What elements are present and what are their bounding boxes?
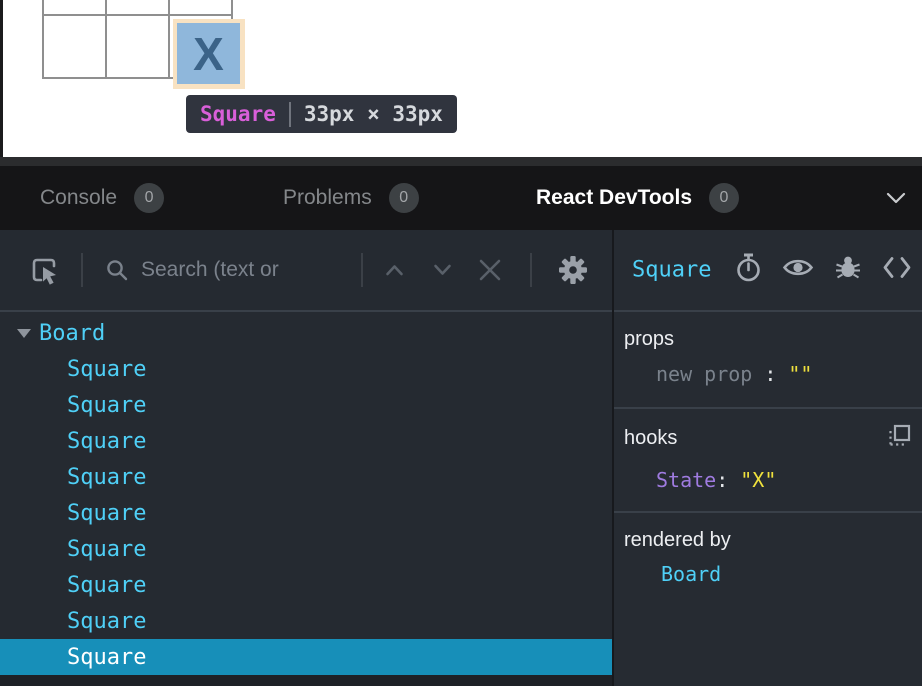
tree-item-square[interactable]: Square (0, 387, 612, 423)
tab-badge-count: 0 (709, 183, 739, 213)
component-tree: Board Square Square Square Square Square Squa… (0, 312, 612, 675)
next-result-icon[interactable] (433, 264, 452, 277)
selected-component-name: Square (632, 258, 711, 283)
props-section: props new prop : "" (614, 312, 922, 409)
tree-item-label: Square (67, 645, 146, 670)
tree-item-label: Square (67, 357, 146, 382)
component-inspector-panel: Square (614, 230, 922, 686)
expander-triangle-icon[interactable] (17, 329, 31, 338)
rendered-by-section: rendered by Board (614, 513, 922, 602)
settings-gear-icon[interactable] (558, 255, 588, 285)
tab-problems[interactable]: Problems 0 (283, 166, 419, 230)
board-cell[interactable] (106, 15, 169, 78)
tree-item-square[interactable]: Square (0, 639, 612, 675)
hook-state-row: State : "X" (614, 467, 922, 493)
tree-footer (0, 675, 612, 686)
toolbar-divider (361, 253, 363, 287)
components-tree-panel: Board Square Square Square Square Square Squa… (0, 230, 612, 686)
tree-item-label: Square (67, 465, 146, 490)
tooltip-dimensions: 33px × 33px (304, 102, 443, 126)
suspense-stopwatch-icon[interactable] (735, 253, 762, 288)
new-prop-value-input[interactable]: "" (788, 361, 812, 387)
tab-label: React DevTools (536, 186, 692, 210)
new-prop-key-input[interactable]: new prop (656, 361, 752, 387)
tree-item-square[interactable]: Square (0, 567, 612, 603)
hook-name: State (656, 467, 716, 493)
key-value-separator: : (764, 361, 776, 387)
react-devtools-panel: Board Square Square Square Square Square Squa… (0, 230, 922, 686)
key-value-separator: : (716, 467, 728, 493)
devtools-drawer-tabbar: Console 0 Problems 0 React DevTools 0 (0, 166, 922, 230)
tab-badge-count: 0 (389, 183, 419, 213)
tree-item-square[interactable]: Square (0, 351, 612, 387)
tree-toolbar (0, 230, 612, 312)
view-source-code-icon[interactable] (882, 256, 912, 285)
inspect-element-icon[interactable] (28, 254, 60, 286)
hooks-section: hooks State : "X" (614, 409, 922, 513)
tooltip-divider (289, 102, 291, 127)
tree-item-label: Board (39, 321, 105, 346)
props-section-title: props (614, 326, 922, 352)
inspect-tooltip: Square 33px × 33px (186, 95, 457, 133)
panel-separator (0, 157, 922, 166)
browser-page: X Square 33px × 33px (0, 0, 922, 157)
hooks-section-title: hooks (614, 425, 677, 451)
previous-result-icon[interactable] (385, 264, 404, 277)
toolbar-divider (530, 253, 532, 287)
board-cell-value: X (193, 27, 224, 81)
rendered-by-title: rendered by (614, 527, 922, 553)
board-cell[interactable] (43, 15, 106, 78)
inspect-dom-eye-icon[interactable] (782, 257, 814, 284)
tree-item-label: Square (67, 573, 146, 598)
rendered-by-board-link[interactable]: Board (614, 562, 922, 586)
chevron-down-icon[interactable] (886, 192, 906, 204)
tree-item-square[interactable]: Square (0, 603, 612, 639)
tree-item-square[interactable]: Square (0, 531, 612, 567)
inspector-header: Square (614, 230, 922, 312)
tree-item-square[interactable]: Square (0, 423, 612, 459)
board-cell[interactable] (43, 0, 106, 15)
tab-console[interactable]: Console 0 (40, 166, 164, 230)
tree-item-label: Square (67, 501, 146, 526)
board-cell[interactable] (106, 0, 169, 15)
toolbar-divider (81, 253, 83, 287)
prop-row: new prop : "" (614, 361, 922, 387)
search-input[interactable] (141, 258, 353, 282)
tab-react-devtools[interactable]: React DevTools 0 (536, 166, 739, 230)
tab-label: Console (40, 186, 117, 210)
log-to-console-bug-icon[interactable] (834, 254, 862, 287)
tree-item-label: Square (67, 429, 146, 454)
hook-state-value-input[interactable]: "X" (740, 467, 776, 493)
tree-item-label: Square (67, 609, 146, 634)
board-cell[interactable] (169, 0, 232, 15)
tree-item-label: Square (67, 537, 146, 562)
tooltip-component-name: Square (200, 102, 276, 126)
clear-search-icon[interactable] (478, 258, 502, 282)
tab-label: Problems (283, 186, 372, 210)
tree-item-square[interactable]: Square (0, 495, 612, 531)
window-edge (0, 0, 3, 157)
inspect-highlight-content[interactable]: X (177, 23, 240, 84)
tree-item-label: Square (67, 393, 146, 418)
tab-badge-count: 0 (134, 183, 164, 213)
tree-item-square[interactable]: Square (0, 459, 612, 495)
tree-item-board[interactable]: Board (0, 315, 612, 351)
search-icon (105, 258, 129, 282)
parse-hook-names-icon[interactable] (887, 423, 912, 453)
